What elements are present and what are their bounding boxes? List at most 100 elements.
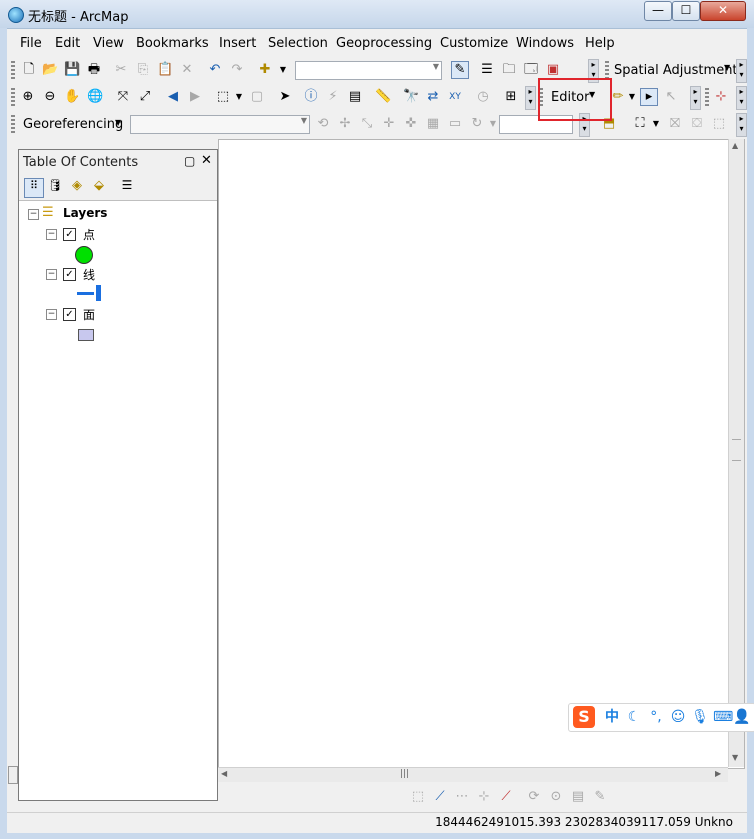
search-window-icon[interactable]: 🗔 — [523, 62, 539, 78]
maximize-button[interactable]: ☐ — [672, 1, 700, 21]
map-display[interactable] — [218, 139, 745, 769]
menu-insert[interactable]: Insert — [219, 36, 256, 51]
horizontal-scrollbar[interactable]: ◀ ||| ▶ — [218, 767, 728, 782]
hyperlink-icon[interactable]: ⚡ — [325, 89, 341, 105]
add-data-icon[interactable]: ✚ — [257, 62, 273, 78]
menu-customize[interactable]: Customize — [440, 36, 508, 51]
create-features-icon[interactable]: ✎ — [592, 789, 608, 805]
scroll-down-icon[interactable]: ▼ — [732, 753, 738, 762]
cut-polygon-icon[interactable]: ⊹ — [476, 789, 492, 805]
select-features-icon[interactable]: ⬚ — [215, 89, 231, 105]
map-topology-icon[interactable]: ⬚ — [711, 116, 727, 132]
new-document-icon[interactable]: 🗋 — [21, 62, 37, 78]
go-to-xy-icon[interactable]: XY — [447, 89, 463, 105]
moon-icon[interactable]: ☾ — [625, 708, 643, 726]
ime-language-toggle[interactable]: 中 — [603, 708, 621, 726]
edit-vertices-icon[interactable]: ⟋ — [432, 789, 448, 805]
toolbar-grip[interactable] — [605, 61, 609, 79]
delete-icon[interactable]: ✕ — [179, 62, 195, 78]
fixed-zoom-in-icon[interactable]: ⤧ — [115, 89, 131, 105]
menu-selection[interactable]: Selection — [268, 36, 328, 51]
polygon-symbol-icon[interactable] — [78, 329, 94, 341]
toolbar-overflow-icon[interactable]: ▸ ▾ — [525, 86, 536, 110]
zoom-in-icon[interactable]: ⊕ — [20, 89, 36, 105]
rotate-feature-icon[interactable]: ⟳ — [526, 789, 542, 805]
update-display-icon[interactable]: ↻ — [469, 116, 485, 132]
layer-collapse-icon[interactable]: − — [46, 309, 57, 320]
catalog-icon[interactable]: 🗀 — [501, 62, 517, 78]
list-by-source-icon[interactable]: 🛢 — [46, 178, 64, 196]
redo-icon[interactable]: ↷ — [229, 62, 245, 78]
auto-registration-icon[interactable]: ✜ — [403, 116, 419, 132]
vertical-scrollbar[interactable]: ▲ ▼ — [728, 139, 744, 767]
attributes-icon[interactable]: ⊙ — [548, 789, 564, 805]
menu-file[interactable]: File — [20, 36, 42, 51]
align-edge-icon[interactable]: ⛋ — [689, 116, 705, 132]
add-data-dropdown-icon[interactable]: ▼ — [275, 62, 291, 78]
table-of-contents-icon[interactable]: ☰ — [479, 62, 495, 78]
point-symbol-icon[interactable] — [75, 246, 93, 264]
layers-collapse-icon[interactable]: − — [28, 209, 39, 220]
split-icon[interactable]: ⟋ — [498, 789, 514, 805]
layer-visibility-checkbox[interactable]: ✓ — [63, 268, 76, 281]
rotate-icon[interactable]: ⟲ — [315, 116, 331, 132]
viewer-icon[interactable]: ▭ — [447, 116, 463, 132]
save-icon[interactable]: 💾 — [64, 62, 80, 78]
select-dropdown-icon[interactable]: ▼ — [231, 89, 247, 105]
georeferencing-arrow-icon[interactable]: ▼ — [115, 118, 121, 127]
keyboard-icon[interactable]: ⌨ — [713, 708, 733, 726]
punctuation-icon[interactable]: °, — [647, 708, 665, 726]
layer-visibility-checkbox[interactable]: ✓ — [63, 228, 76, 241]
list-by-drawing-order-icon[interactable]: ⠿ — [24, 178, 44, 198]
line-symbol-icon[interactable] — [77, 292, 94, 295]
measure-icon[interactable]: 📏 — [375, 89, 391, 105]
add-control-points-icon[interactable]: ✛ — [381, 116, 397, 132]
layer-collapse-icon[interactable]: − — [46, 269, 57, 280]
find-icon[interactable]: 🔭 — [403, 89, 419, 105]
toolbar-grip[interactable] — [11, 88, 15, 106]
menu-windows[interactable]: Windows — [516, 36, 574, 51]
microphone-icon[interactable]: 🎙 — [691, 708, 709, 726]
open-icon[interactable]: 📂 — [42, 62, 58, 78]
layers-root-label[interactable]: Layers — [63, 206, 107, 220]
copy-icon[interactable]: ⎘ — [135, 62, 151, 78]
pan-icon[interactable]: ✋ — [64, 89, 80, 105]
close-button[interactable]: ✕ — [700, 1, 746, 21]
toolbar-overflow-icon[interactable]: ▸ ▾ — [736, 113, 747, 137]
map-scale-combo[interactable]: ▼ — [295, 61, 442, 80]
editor-toolbar-toggle-icon[interactable]: ✎ — [451, 61, 469, 79]
link-table-icon[interactable]: ▦ — [425, 116, 441, 132]
back-extent-icon[interactable]: ◀ — [165, 89, 181, 105]
layer-name[interactable]: 面 — [83, 306, 95, 323]
user-icon[interactable]: 👤 — [733, 708, 751, 726]
split-line-icon[interactable]: ⊹ — [713, 89, 729, 105]
reshape-icon[interactable]: ⋯ — [454, 789, 470, 805]
toolbar-overflow-icon[interactable]: ▸ ▾ — [736, 59, 747, 83]
arctoolbox-icon[interactable]: ▣ — [545, 62, 561, 78]
identify-icon[interactable]: ⓘ — [303, 89, 319, 105]
scale-icon[interactable]: ⤡ — [359, 116, 375, 132]
minimize-button[interactable]: — — [644, 1, 672, 21]
scroll-up-icon[interactable]: ▲ — [732, 141, 738, 150]
time-slider-icon[interactable]: ◷ — [475, 89, 491, 105]
toc-close-icon[interactable]: ✕ — [201, 153, 212, 168]
scroll-right-icon[interactable]: ▶ — [715, 769, 721, 778]
print-icon[interactable]: 🖶 — [86, 62, 102, 78]
horizontal-scroll-thumb[interactable]: ||| — [400, 769, 409, 779]
layer-visibility-checkbox[interactable]: ✓ — [63, 308, 76, 321]
paste-icon[interactable]: 📋 — [157, 62, 173, 78]
topology-edit-icon[interactable]: ⛝ — [667, 116, 683, 132]
layer-name[interactable]: 线 — [83, 266, 95, 283]
dock-resize-handle[interactable] — [8, 766, 18, 784]
shift-icon[interactable]: ✢ — [337, 116, 353, 132]
toolbar-overflow-icon[interactable]: ▸ ▾ — [736, 86, 747, 110]
layer-name[interactable]: 点 — [83, 226, 95, 243]
html-popup-icon[interactable]: ▤ — [347, 89, 363, 105]
scroll-left-icon[interactable]: ◀ — [221, 769, 227, 778]
select-elements-icon[interactable]: ➤ — [277, 89, 293, 105]
sogou-logo-icon[interactable]: S — [573, 706, 595, 728]
zoom-out-icon[interactable]: ⊖ — [42, 89, 58, 105]
spatial-adjustment-arrow-icon[interactable]: ▼ — [724, 63, 730, 72]
toolbar-grip[interactable] — [705, 88, 709, 106]
menu-help[interactable]: Help — [585, 36, 615, 51]
